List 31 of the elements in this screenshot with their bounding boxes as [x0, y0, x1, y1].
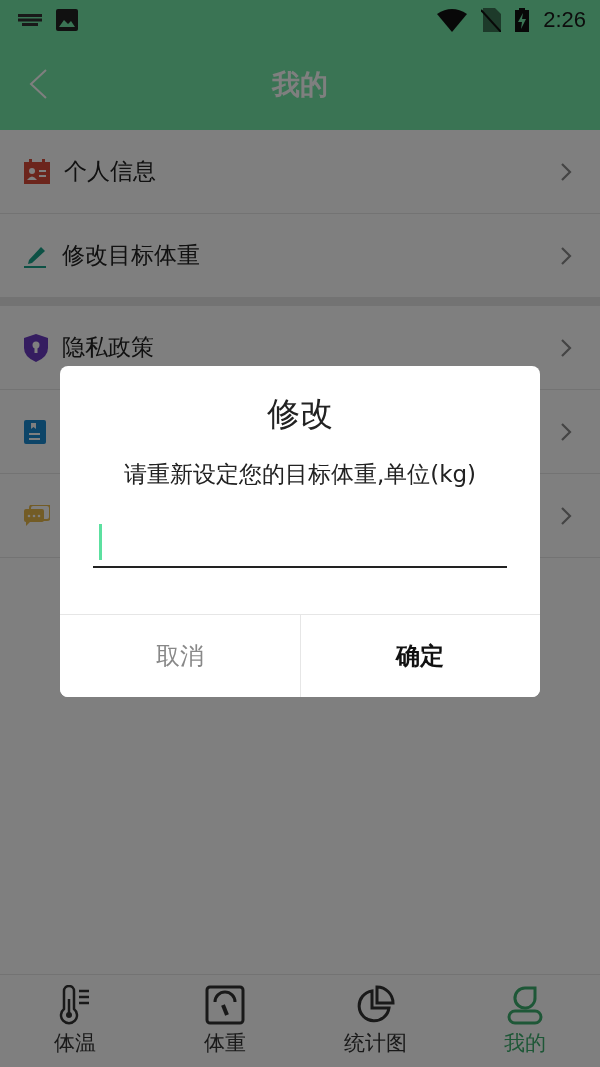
chevron-right-icon: [560, 505, 572, 526]
pie-chart-icon[interactable]: [355, 985, 395, 1025]
nav-tab[interactable]: 统计图: [343, 1029, 407, 1057]
id-card-icon: [24, 158, 50, 185]
cancel-button[interactable]: 取消: [60, 615, 301, 697]
chevron-right-icon: [560, 421, 572, 442]
page-title: 我的: [272, 67, 328, 103]
document-icon: [24, 419, 46, 444]
image-icon: [56, 9, 78, 31]
chevron-right-icon: [560, 161, 572, 182]
keyboard-icon: [18, 14, 42, 26]
chevron-right-icon: [560, 245, 572, 266]
scale-icon[interactable]: [205, 985, 245, 1025]
chat-icon: [24, 504, 50, 527]
dialog-title: 修改: [267, 393, 333, 435]
menu-label: 修改目标体重: [62, 241, 201, 270]
text-cursor: [99, 524, 102, 560]
chevron-right-icon: [560, 337, 572, 358]
dialog-message: 请重新设定您的目标体重,单位(kg): [123, 460, 477, 489]
menu-label: 隐私政策: [62, 333, 155, 362]
status-time: 2:26: [543, 7, 586, 33]
menu-row[interactable]: 个人信息: [0, 130, 600, 214]
thermometer-icon[interactable]: [58, 985, 92, 1025]
battery-icon: [515, 8, 530, 32]
shield-icon: [24, 333, 48, 362]
nav-tab[interactable]: 体温: [54, 1029, 96, 1057]
no-sim-icon: [481, 8, 502, 32]
wifi-icon: [437, 8, 468, 32]
nav-tab[interactable]: 体重: [204, 1029, 246, 1057]
menu-row[interactable]: 修改目标体重: [0, 214, 600, 298]
menu-label: 个人信息: [64, 157, 157, 186]
